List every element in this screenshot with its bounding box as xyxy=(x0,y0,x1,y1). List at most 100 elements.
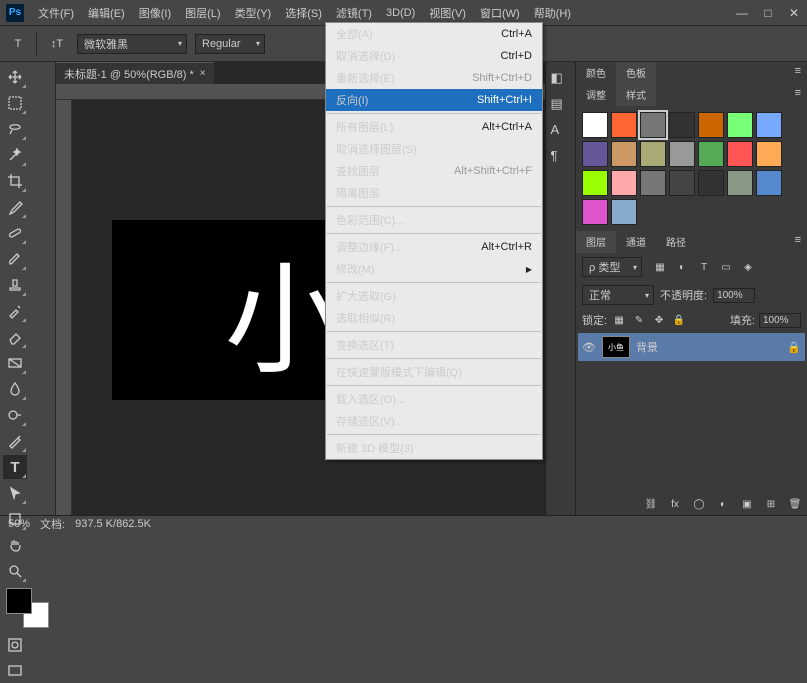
close-button[interactable]: ✕ xyxy=(787,6,801,20)
layer-mask-icon[interactable]: ◯ xyxy=(691,497,707,511)
tab-adjustments[interactable]: 调整 xyxy=(576,84,616,106)
style-swatch[interactable] xyxy=(727,112,753,138)
menu-item[interactable]: 存储选区(V)... xyxy=(326,410,542,432)
type-tool[interactable]: T xyxy=(3,455,27,479)
adjust-layer-icon[interactable]: ◐ xyxy=(715,497,731,511)
visibility-toggle[interactable]: 👁 xyxy=(582,341,596,354)
menu-图层(L)[interactable]: 图层(L) xyxy=(179,2,226,24)
style-swatch[interactable] xyxy=(640,141,666,167)
filter-smart-icon[interactable]: ◈ xyxy=(740,260,756,274)
minimize-button[interactable]: — xyxy=(735,6,749,20)
stamp-tool[interactable] xyxy=(3,273,27,297)
document-tab[interactable]: 未标题-1 @ 50%(RGB/8) * × xyxy=(56,62,214,85)
panel-menu-icon[interactable]: ≡ xyxy=(789,62,807,84)
menu-视图(V)[interactable]: 视图(V) xyxy=(423,2,472,24)
menu-item[interactable]: 全部(A)Ctrl+A xyxy=(326,23,542,45)
menu-选择(S)[interactable]: 选择(S) xyxy=(279,2,328,24)
maximize-button[interactable]: □ xyxy=(761,6,775,20)
tab-channels[interactable]: 通道 xyxy=(616,231,656,253)
layer-fx-icon[interactable]: fx xyxy=(667,497,683,511)
wand-tool[interactable] xyxy=(3,143,27,167)
screenmode-toggle[interactable] xyxy=(3,659,27,683)
menu-3D(D)[interactable]: 3D(D) xyxy=(380,4,421,22)
tab-styles[interactable]: 样式 xyxy=(616,84,656,106)
group-icon[interactable]: ▣ xyxy=(739,497,755,511)
shape-tool[interactable] xyxy=(3,507,27,531)
gradient-tool[interactable] xyxy=(3,351,27,375)
menu-item[interactable]: 扩大选取(G) xyxy=(326,285,542,307)
move-tool[interactable] xyxy=(3,65,27,89)
layer-filter-kind[interactable]: ρ 类型 xyxy=(582,257,642,277)
style-swatch[interactable] xyxy=(611,141,637,167)
lasso-tool[interactable] xyxy=(3,117,27,141)
menu-文件(F)[interactable]: 文件(F) xyxy=(32,2,80,24)
filter-adjust-icon[interactable]: ◐ xyxy=(674,260,690,274)
menu-item[interactable]: 所有图层(L)Alt+Ctrl+A xyxy=(326,116,542,138)
style-swatch[interactable] xyxy=(611,199,637,225)
menu-滤镜(T)[interactable]: 滤镜(T) xyxy=(330,2,378,24)
style-swatch[interactable] xyxy=(727,170,753,196)
style-swatch[interactable] xyxy=(611,170,637,196)
menu-类型(Y)[interactable]: 类型(Y) xyxy=(229,2,278,24)
style-swatch[interactable] xyxy=(669,141,695,167)
style-swatch[interactable] xyxy=(756,170,782,196)
color-swatches[interactable] xyxy=(6,588,49,628)
lock-pos-icon[interactable]: ✥ xyxy=(651,313,667,327)
eraser-tool[interactable] xyxy=(3,325,27,349)
menu-图像(I)[interactable]: 图像(I) xyxy=(133,2,177,24)
style-swatch[interactable] xyxy=(582,141,608,167)
para-panel-icon[interactable]: ¶ xyxy=(551,148,571,166)
style-swatch[interactable] xyxy=(640,112,666,138)
panel-menu-icon[interactable]: ≡ xyxy=(789,84,807,106)
panel-menu-icon[interactable]: ≡ xyxy=(789,231,807,253)
fill-input[interactable] xyxy=(759,313,801,328)
text-orientation-icon[interactable]: ↕T xyxy=(45,34,69,54)
trash-icon[interactable]: 🗑 xyxy=(787,497,803,511)
crop-tool[interactable] xyxy=(3,169,27,193)
style-swatch[interactable] xyxy=(756,141,782,167)
menu-item[interactable]: 反向(I)Shift+Ctrl+I xyxy=(326,89,542,111)
brush-tool[interactable] xyxy=(3,247,27,271)
hand-tool[interactable] xyxy=(3,533,27,557)
menu-item[interactable]: 新建 3D 模型(3) xyxy=(326,437,542,459)
style-swatch[interactable] xyxy=(582,112,608,138)
font-weight-dropdown[interactable]: Regular xyxy=(195,34,265,54)
style-swatch[interactable] xyxy=(698,170,724,196)
style-swatch[interactable] xyxy=(669,112,695,138)
eyedropper-tool[interactable] xyxy=(3,195,27,219)
lock-trans-icon[interactable]: ▦ xyxy=(611,313,627,327)
layer-row[interactable]: 👁 小鱼 背景 🔒 xyxy=(578,333,805,361)
style-swatch[interactable] xyxy=(611,112,637,138)
menu-帮助(H)[interactable]: 帮助(H) xyxy=(528,2,577,24)
zoom-tool[interactable] xyxy=(3,559,27,583)
tab-paths[interactable]: 路径 xyxy=(656,231,696,253)
current-tool-type-icon[interactable]: T xyxy=(8,34,28,54)
close-tab-icon[interactable]: × xyxy=(200,68,206,79)
heal-tool[interactable] xyxy=(3,221,27,245)
blend-mode-dropdown[interactable]: 正常 xyxy=(582,285,654,305)
tab-layers[interactable]: 图层 xyxy=(576,231,616,253)
dodge-tool[interactable] xyxy=(3,403,27,427)
tab-color[interactable]: 颜色 xyxy=(576,62,616,84)
lock-all-icon[interactable]: 🔒 xyxy=(671,313,687,327)
menu-item[interactable]: 取消选择(D)Ctrl+D xyxy=(326,45,542,67)
font-family-dropdown[interactable]: 微软雅黑 xyxy=(77,34,187,54)
char-panel-icon[interactable]: A xyxy=(551,122,571,140)
link-layers-icon[interactable]: ⛓ xyxy=(643,497,659,511)
menu-item[interactable]: 调整边缘(F)...Alt+Ctrl+R xyxy=(326,236,542,258)
filter-type-icon[interactable]: T xyxy=(696,260,712,274)
history-brush-tool[interactable] xyxy=(3,299,27,323)
filter-pixel-icon[interactable]: ▦ xyxy=(652,260,668,274)
pen-tool[interactable] xyxy=(3,429,27,453)
lock-paint-icon[interactable]: ✎ xyxy=(631,313,647,327)
menu-item[interactable]: 选取相似(R) xyxy=(326,307,542,329)
style-swatch[interactable] xyxy=(698,141,724,167)
actions-panel-icon[interactable]: ▤ xyxy=(551,96,571,114)
style-swatch[interactable] xyxy=(698,112,724,138)
opacity-input[interactable] xyxy=(713,288,755,303)
fg-color-swatch[interactable] xyxy=(6,588,32,614)
path-select-tool[interactable] xyxy=(3,481,27,505)
style-swatch[interactable] xyxy=(727,141,753,167)
quickmask-toggle[interactable] xyxy=(3,633,27,657)
menu-窗口(W)[interactable]: 窗口(W) xyxy=(474,2,526,24)
